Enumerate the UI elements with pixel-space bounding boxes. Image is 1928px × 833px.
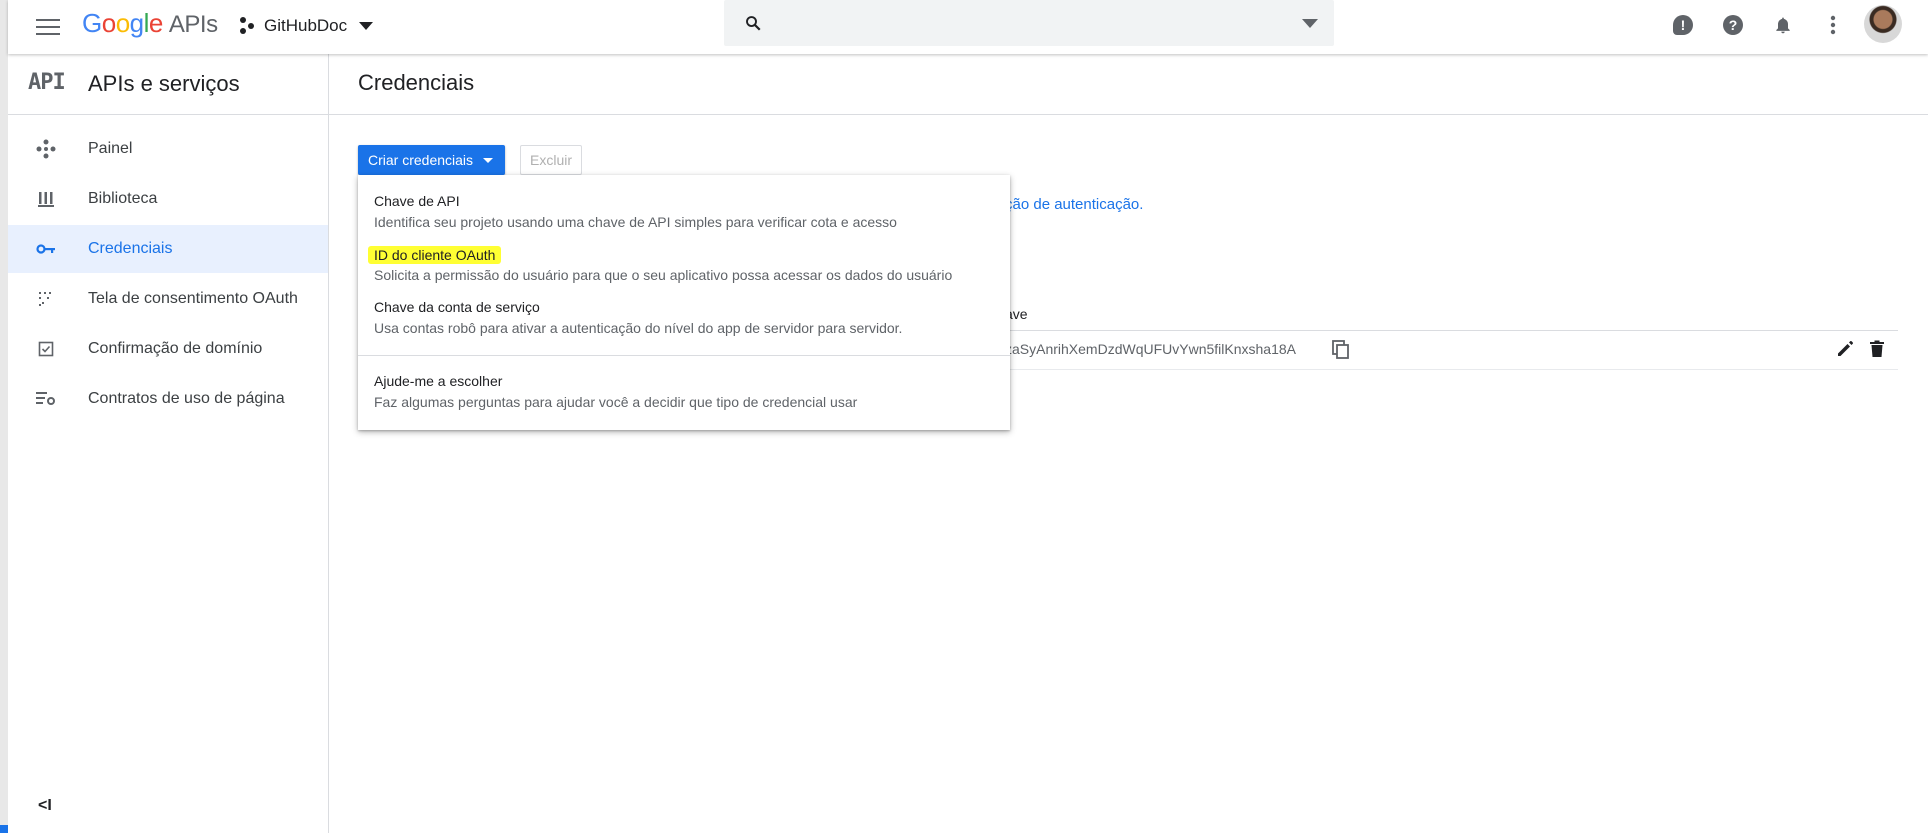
sidebar-item-label: Contratos de uso de página [88,390,285,407]
edit-pencil-icon[interactable] [1836,340,1856,360]
menu-item-title: ID do cliente OAuth [368,246,502,264]
sidebar-item-label: Confirmação de domínio [88,340,263,357]
sidebar-item-label: Credenciais [88,240,173,257]
sidebar-header: API APIs e serviços [8,54,328,115]
key-icon [36,239,56,259]
menu-item-description: Identifica seu projeto usando uma chave … [374,214,897,230]
project-dots-icon [240,17,256,35]
menu-item-title: Ajude-me a escolher [374,373,503,389]
menu-item-title: Chave de API [374,193,460,209]
delete-trash-icon[interactable] [1869,340,1889,360]
consent-icon [36,289,56,309]
menu-divider [358,355,1010,356]
settings-list-icon [36,389,56,409]
window-edge [0,0,8,833]
google-apis-logo[interactable]: Google APIs [82,8,218,39]
library-icon [36,189,56,209]
logo-apis-text: APIs [168,11,218,38]
project-selector[interactable]: GitHubDoc [240,12,374,40]
account-avatar[interactable] [1864,5,1902,43]
menu-item-service-account-key[interactable]: Chave da conta de serviço Usa contas rob… [358,299,1010,345]
sidebar-title: APIs e serviços [88,71,240,96]
authentication-link[interactable]: ção de autenticação. [1005,196,1143,213]
top-app-bar: Google APIs GitHubDoc ! ? [8,0,1928,54]
taskbar-corner [0,825,8,833]
sidebar-item-label: Tela de consentimento OAuth [88,290,298,307]
sidebar-item-biblioteca[interactable]: Biblioteca [8,175,328,223]
sidebar: API APIs e serviços Painel Biblioteca Cr… [8,54,329,833]
menu-item-description: Faz algumas perguntas para ajudar você a… [374,394,858,410]
copy-icon[interactable] [1332,340,1352,360]
api-key-value: zaSyAnrihXemDzdWqUFUvYwn5filKnxsha18A [1005,341,1296,357]
create-credentials-label: Criar credenciais [368,152,474,168]
search-options-caret-icon[interactable] [1302,19,1318,28]
menu-item-help-me-choose[interactable]: Ajude-me a escolher Faz algumas pergunta… [358,373,1010,419]
menu-item-description: Usa contas robô para ativar a autenticaç… [374,320,903,336]
search-bar[interactable] [724,0,1334,46]
notifications-bell-icon[interactable] [1772,14,1794,36]
more-vert-icon[interactable] [1822,14,1844,36]
sidebar-item-confirmacao-dominio[interactable]: Confirmação de domínio [8,325,328,373]
api-logo-icon: API [28,70,66,95]
feedback-icon[interactable]: ! [1672,14,1694,36]
search-input[interactable] [774,8,1278,40]
sidebar-item-painel[interactable]: Painel [8,125,328,173]
sidebar-item-consentimento-oauth[interactable]: Tela de consentimento OAuth [8,275,328,323]
help-icon[interactable]: ? [1722,14,1744,36]
menu-item-chave-api[interactable]: Chave de API Identifica seu projeto usan… [358,193,1010,239]
sidebar-item-label: Painel [88,140,133,157]
checkbox-icon [36,339,56,359]
collapse-sidebar-button[interactable]: <I [38,797,52,815]
dropdown-caret-icon [483,157,494,163]
search-icon [746,16,761,31]
delete-button: Excluir [520,145,583,175]
menu-item-title: Chave da conta de serviço [374,299,540,315]
project-name: GitHubDoc [264,16,348,35]
header-divider [329,114,1928,115]
dashboard-icon [36,139,56,159]
hamburger-menu-icon[interactable] [36,15,60,35]
menu-item-description: Solicita a permissão do usuário para que… [374,267,953,283]
chevron-down-icon [359,22,374,30]
menu-item-oauth-client-id[interactable]: ID do cliente OAuth Solicita a permissão… [358,246,1010,292]
create-credentials-menu: Chave de API Identifica seu projeto usan… [358,175,1010,430]
create-credentials-button[interactable]: Criar credenciais [358,145,506,175]
sidebar-item-credenciais[interactable]: Credenciais [8,225,328,273]
page-title: Credenciais [358,70,475,95]
sidebar-item-contratos-uso[interactable]: Contratos de uso de página [8,375,328,423]
sidebar-item-label: Biblioteca [88,190,158,207]
